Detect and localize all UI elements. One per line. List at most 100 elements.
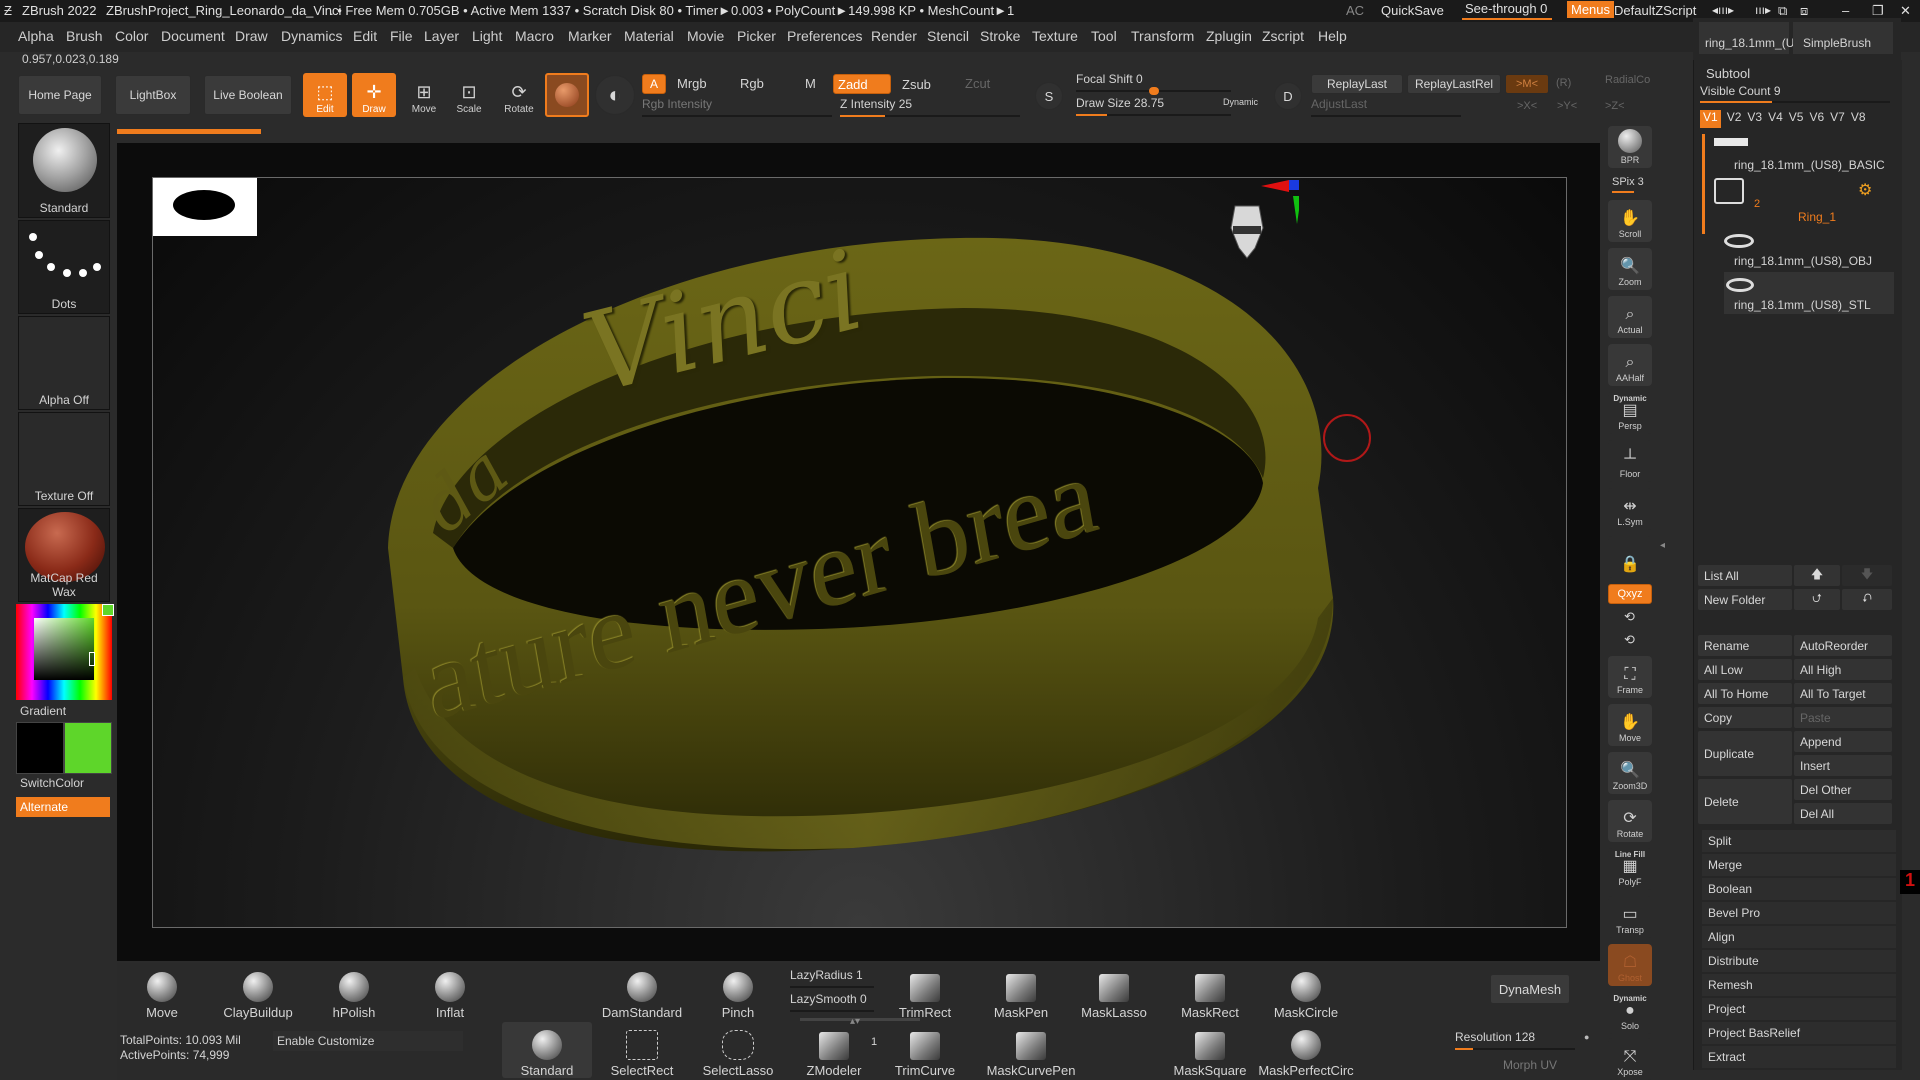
rename-button[interactable]: Rename xyxy=(1698,635,1792,656)
menus-button[interactable]: Menus xyxy=(1567,1,1615,18)
inflat-brush[interactable]: Inflat xyxy=(410,964,490,1020)
selectrect-tool[interactable]: SelectRect xyxy=(602,1022,682,1078)
subtool-title[interactable]: Subtool xyxy=(1706,66,1750,81)
menu-texture[interactable]: Texture xyxy=(1032,28,1078,44)
version-tab-v7[interactable]: V7 xyxy=(1830,110,1845,128)
menu-render[interactable]: Render xyxy=(871,28,917,44)
insert-button[interactable]: Insert xyxy=(1794,755,1892,776)
zcut-button[interactable]: Zcut xyxy=(965,76,990,91)
aahalf-button[interactable]: ⌕ AAHalf xyxy=(1608,344,1652,386)
simple-brush-thumb[interactable]: SimpleBrush xyxy=(1793,22,1893,54)
subtool-item-stl[interactable]: ring_18.1mm_(US8)_STL xyxy=(1724,272,1894,314)
resolution-slider[interactable]: Resolution 128 xyxy=(1455,1030,1575,1050)
texture-selector[interactable]: Texture Off xyxy=(18,412,110,506)
move-up-button[interactable]: 🡅 xyxy=(1794,565,1840,586)
stroke-selector[interactable]: Dots xyxy=(18,220,110,314)
menu-edit[interactable]: Edit xyxy=(353,28,377,44)
lazy-smooth-slider[interactable]: LazySmooth 0 xyxy=(790,992,874,1012)
zadd-button[interactable]: Zadd xyxy=(833,74,891,94)
actual-button[interactable]: ⌕ Actual xyxy=(1608,296,1652,338)
minimize-icon[interactable]: – xyxy=(1842,3,1849,18)
menu-stroke[interactable]: Stroke xyxy=(980,28,1020,44)
move-view-button[interactable]: ✋ Move xyxy=(1608,704,1652,746)
y-axis-toggle[interactable]: >Y< xyxy=(1557,100,1577,112)
trimrect-brush[interactable]: TrimRect xyxy=(885,964,965,1020)
rgb-intensity-slider[interactable]: Rgb Intensity xyxy=(642,97,832,117)
menu-zplugin[interactable]: Zplugin xyxy=(1206,28,1252,44)
scroll-button[interactable]: ✋ Scroll xyxy=(1608,200,1652,242)
menu-alpha[interactable]: Alpha xyxy=(18,28,54,44)
selectlasso-tool[interactable]: SelectLasso xyxy=(698,1022,778,1078)
xyz-button[interactable]: Qxyz xyxy=(1608,584,1652,604)
distribute-section[interactable]: Distribute xyxy=(1702,950,1896,972)
project-basrelief-section[interactable]: Project BasRelief xyxy=(1702,1022,1896,1044)
draw-size-slider[interactable]: Draw Size 28.75 xyxy=(1076,96,1231,116)
del-other-button[interactable]: Del Other xyxy=(1794,779,1892,800)
radial-count-label[interactable]: RadialCo xyxy=(1605,74,1650,86)
menu-help[interactable]: Help xyxy=(1318,28,1347,44)
move-brush[interactable]: Move xyxy=(122,964,202,1020)
arrow-return-down-button[interactable]: ⮏ xyxy=(1842,589,1892,610)
rgb-button[interactable]: Rgb xyxy=(740,76,764,91)
merge-section[interactable]: Merge xyxy=(1702,854,1896,876)
persp-button[interactable]: Dynamic ▤ Persp xyxy=(1608,392,1652,434)
menu-document[interactable]: Document xyxy=(161,28,225,44)
menu-layer[interactable]: Layer xyxy=(424,28,459,44)
masksquare-brush[interactable]: MaskSquare xyxy=(1170,1022,1250,1078)
damstandard-brush[interactable]: DamStandard xyxy=(602,964,682,1020)
dynamic-d-button[interactable]: D xyxy=(1274,82,1302,110)
menu-marker[interactable]: Marker xyxy=(568,28,612,44)
arrow-return-up-button[interactable]: ⮍ xyxy=(1794,589,1840,610)
alternate-button[interactable]: Alternate xyxy=(16,797,110,817)
menu-brush[interactable]: Brush xyxy=(66,28,103,44)
version-tab-v8[interactable]: V8 xyxy=(1851,110,1866,128)
remesh-section[interactable]: Remesh xyxy=(1702,974,1896,996)
dynamesh-button[interactable]: DynaMesh xyxy=(1490,974,1570,1004)
restore-icon[interactable]: ❐ xyxy=(1872,3,1884,19)
enable-customize-button[interactable]: Enable Customize xyxy=(273,1031,463,1051)
menu-picker[interactable]: Picker xyxy=(737,28,776,44)
maskrect-brush[interactable]: MaskRect xyxy=(1170,964,1250,1020)
menu-transform[interactable]: Transform xyxy=(1131,28,1194,44)
brush-selector[interactable]: Standard xyxy=(18,123,110,218)
boolean-section[interactable]: Boolean xyxy=(1702,878,1896,900)
r-toggle[interactable]: (R) xyxy=(1556,77,1571,89)
replay-last-rel-button[interactable]: ReplayLastRel xyxy=(1407,74,1501,94)
align-section[interactable]: Align xyxy=(1702,926,1896,948)
menu-tool[interactable]: Tool xyxy=(1091,28,1117,44)
menu-dynamics[interactable]: Dynamics xyxy=(281,28,342,44)
paste-button[interactable]: Paste xyxy=(1794,707,1892,728)
menu-stencil[interactable]: Stencil xyxy=(927,28,969,44)
version-tab-v6[interactable]: V6 xyxy=(1809,110,1824,128)
notification-badge[interactable]: 1 xyxy=(1900,870,1920,894)
document-canvas[interactable]: Vinci da ature never brea xyxy=(152,177,1567,928)
menu-movie[interactable]: Movie xyxy=(687,28,724,44)
maskpen-brush[interactable]: MaskPen xyxy=(981,964,1061,1020)
edit-tool[interactable]: ⬚ Edit xyxy=(303,73,347,117)
mrgb-button[interactable]: Mrgb xyxy=(677,76,707,91)
maskperfectcirc-brush[interactable]: MaskPerfectCirc xyxy=(1256,1022,1356,1078)
lightbox-button[interactable]: LightBox xyxy=(115,75,191,115)
menu-zscript[interactable]: Zscript xyxy=(1262,28,1304,44)
see-through-slider[interactable]: See-through 0 xyxy=(1465,1,1547,16)
draw-tool[interactable]: ✛ Draw xyxy=(352,73,396,117)
subtool-folder-ring1[interactable]: 2 Ring_1 ⚙ xyxy=(1714,178,1894,226)
current-tool-thumb[interactable]: ring_18.1mm_(U xyxy=(1699,22,1794,54)
menu-preferences[interactable]: Preferences xyxy=(787,28,862,44)
subtool-item-basic[interactable]: ring_18.1mm_(US8)_BASIC xyxy=(1714,138,1894,174)
menu-light[interactable]: Light xyxy=(472,28,502,44)
zsub-button[interactable]: Zsub xyxy=(902,77,931,92)
a-button[interactable]: A xyxy=(642,74,666,94)
mirror-m-button[interactable]: >M< xyxy=(1505,74,1549,94)
lsym-button[interactable]: ⇹ L.Sym xyxy=(1608,488,1652,530)
m-button[interactable]: M xyxy=(805,76,816,91)
new-folder-button[interactable]: New Folder xyxy=(1698,589,1792,610)
version-tab-v4[interactable]: V4 xyxy=(1768,110,1783,128)
window-icon[interactable]: ⧉ xyxy=(1778,3,1787,19)
spix-slider[interactable]: SPix 3 xyxy=(1612,176,1644,188)
axis-gizmo-icon[interactable] xyxy=(1259,178,1299,228)
zoom3d-button[interactable]: 🔍 Zoom3D xyxy=(1608,752,1652,794)
solo-button[interactable]: Dynamic ● Solo xyxy=(1608,992,1652,1034)
switch-color-button[interactable]: SwitchColor xyxy=(20,776,84,790)
trimcurve-brush[interactable]: TrimCurve xyxy=(885,1022,965,1078)
